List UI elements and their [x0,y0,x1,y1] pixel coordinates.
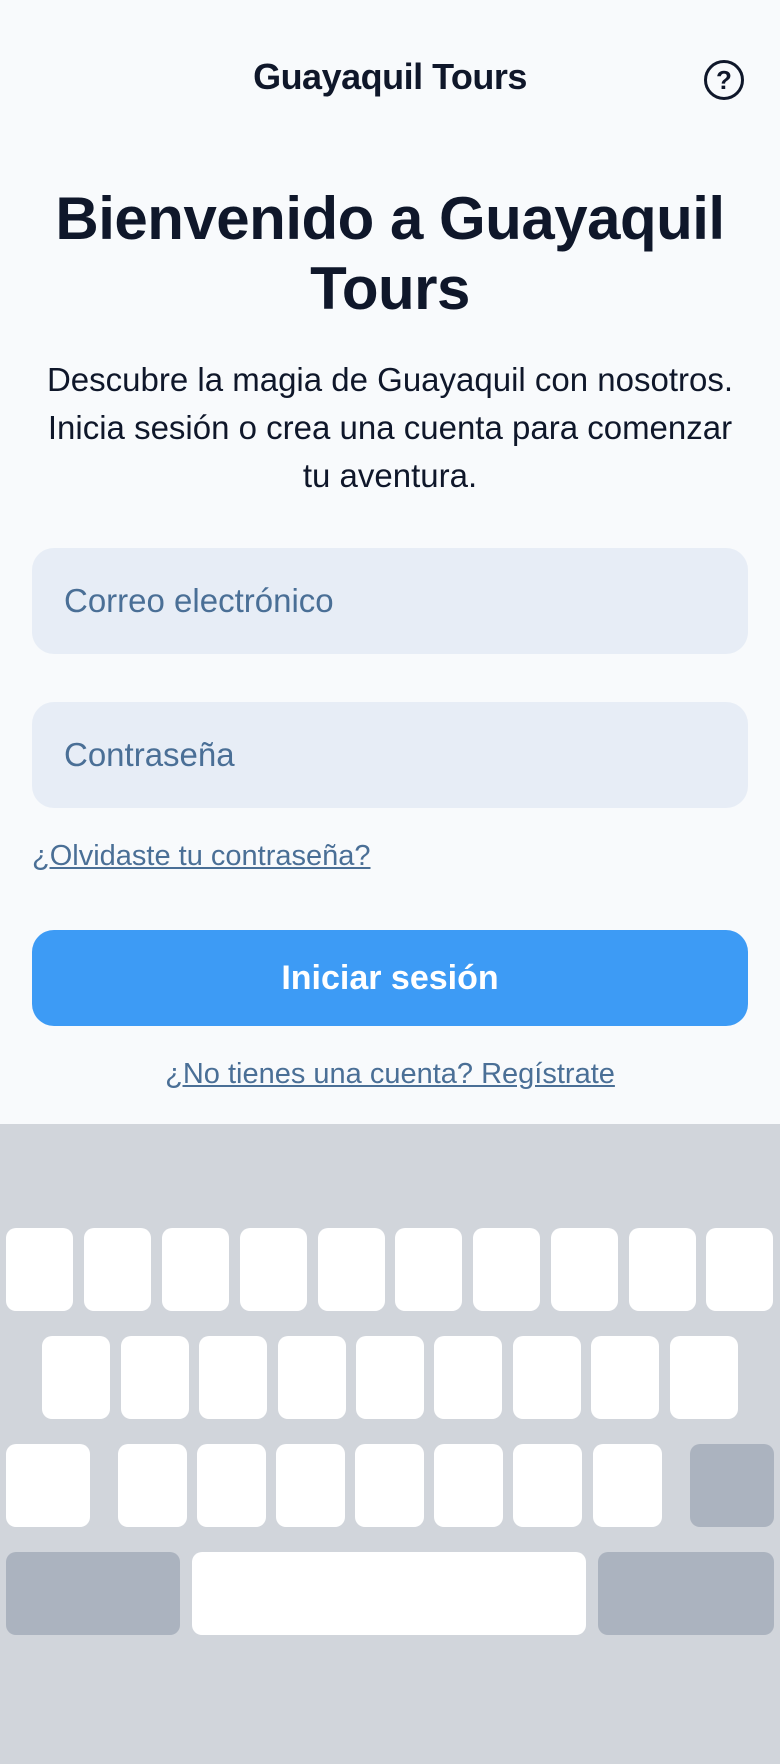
return-key[interactable] [598,1552,774,1635]
keyboard-key[interactable] [355,1444,424,1527]
app-header: Guayaquil Tours ? [0,0,780,162]
backspace-key[interactable] [690,1444,774,1527]
welcome-title: Bienvenido a Guayaquil Tours [55,185,725,322]
keyboard-key[interactable] [670,1336,738,1419]
keyboard-key[interactable] [278,1336,346,1419]
keyboard-key[interactable] [118,1444,187,1527]
shift-key[interactable] [6,1444,90,1527]
keyboard-key[interactable] [473,1228,540,1311]
keyboard-key[interactable] [591,1336,659,1419]
keyboard-key[interactable] [6,1228,73,1311]
email-field[interactable] [32,548,748,654]
on-screen-keyboard [0,1124,780,1764]
keyboard-key[interactable] [434,1444,503,1527]
keyboard-key[interactable] [84,1228,151,1311]
keyboard-key[interactable] [276,1444,345,1527]
login-button[interactable]: Iniciar sesión [32,930,748,1026]
keyboard-key[interactable] [121,1336,189,1419]
keyboard-key[interactable] [356,1336,424,1419]
keyboard-key[interactable] [162,1228,229,1311]
help-icon[interactable]: ? [704,60,744,100]
keyboard-key[interactable] [706,1228,773,1311]
welcome-subtitle: Descubre la magia de Guayaquil con nosot… [46,361,734,494]
keyboard-key[interactable] [513,1444,582,1527]
keyboard-key[interactable] [318,1228,385,1311]
login-screen: Guayaquil Tours ? Bienvenido a Guayaquil… [0,0,780,1764]
keyboard-key[interactable] [551,1228,618,1311]
keyboard-key[interactable] [199,1336,267,1419]
forgot-password-link[interactable]: ¿Olvidaste tu contraseña? [32,840,371,873]
keyboard-key[interactable] [629,1228,696,1311]
keyboard-key[interactable] [42,1336,110,1419]
keyboard-key[interactable] [593,1444,662,1527]
keyboard-key[interactable] [434,1336,502,1419]
keyboard-key[interactable] [197,1444,266,1527]
keyboard-key[interactable] [395,1228,462,1311]
app-title: Guayaquil Tours [253,56,527,97]
numbers-key[interactable] [6,1552,180,1635]
keyboard-key[interactable] [513,1336,581,1419]
keyboard-key[interactable] [240,1228,307,1311]
space-key[interactable] [192,1552,586,1635]
signup-link[interactable]: ¿No tienes una cuenta? Regístrate [0,1058,780,1091]
password-field[interactable] [32,702,748,808]
